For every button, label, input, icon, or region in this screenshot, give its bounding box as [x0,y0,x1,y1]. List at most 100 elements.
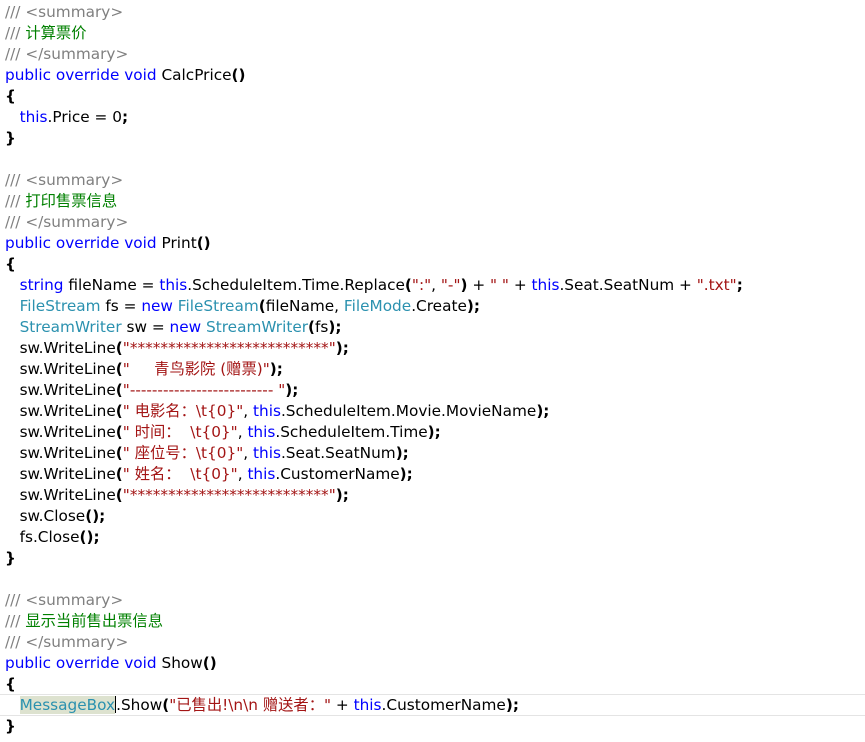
code-line[interactable]: } [5,716,743,737]
punctuation: ( [115,423,123,441]
code-line[interactable]: sw.WriteLine(" 时间： \t{0}", this.Schedule… [5,422,743,443]
type-name: FileMode [343,297,412,315]
comment-text: 显示当前售出票信息 [25,612,164,630]
string-literal: ".txt" [696,276,737,294]
code-line[interactable]: /// 打印售票信息 [5,191,743,212]
code-line[interactable] [5,569,743,590]
string-literal: "-------------------------- " [122,381,286,399]
code-line[interactable]: public override void Show() [5,653,743,674]
code-line[interactable]: /// </summary> [5,212,743,233]
code-line[interactable]: public override void CalcPrice() [5,65,743,86]
keyword: public override void [5,234,162,252]
punctuation: ( [115,339,123,357]
keyword: this [159,276,188,294]
punctuation: } [5,549,16,567]
keyword: string [19,276,69,294]
code-text: .Seat.SeatNum [280,444,396,462]
code-line[interactable]: fs.Close(); [5,527,743,548]
doc-comment: /// [5,612,26,630]
punctuation: ( [308,318,316,336]
code-line[interactable]: { [5,86,743,107]
code-line[interactable]: sw.WriteLine(" 姓名： \t{0}", this.Customer… [5,464,743,485]
punctuation: ); [466,297,480,315]
punctuation: ( [115,360,123,378]
code-text: sw.WriteLine [5,423,116,441]
punctuation: ( [115,486,123,504]
doc-comment: /// [5,192,26,210]
punctuation: ( [115,465,123,483]
punctuation: ( [115,381,123,399]
keyword: this [253,402,281,420]
string-literal: "**************************" [122,339,336,357]
code-editor[interactable]: /// <summary>/// 计算票价/// </summary> publi… [5,2,743,737]
doc-comment: /// [5,24,26,42]
punctuation: { [5,87,16,105]
code-text: sw.WriteLine [5,339,116,357]
punctuation: ); [335,486,349,504]
code-line[interactable] [5,149,743,170]
string-literal: " 电影名：\t{0}" [122,402,244,420]
string-literal: " 时间： \t{0}" [122,423,238,441]
comment-text: 计算票价 [25,24,87,42]
code-line[interactable]: /// 显示当前售出票信息 [5,611,743,632]
code-line[interactable]: StreamWriter sw = new StreamWriter(fs); [5,317,743,338]
punctuation: { [5,255,16,273]
code-line[interactable]: MessageBox.Show("已售出!\n\n 赠送者：" + this.C… [5,695,743,716]
code-line[interactable]: sw.WriteLine(" 座位号：\t{0}", this.Seat.Sea… [5,443,743,464]
code-line[interactable]: /// <summary> [5,590,743,611]
code-line[interactable]: sw.WriteLine(" 青鸟影院 (赠票)"); [5,359,743,380]
punctuation: ); [399,465,413,483]
code-text: .ScheduleItem.Time.Replace [187,276,405,294]
code-line[interactable]: /// <summary> [5,2,743,23]
punctuation: ); [536,402,550,420]
keyword: new [141,297,178,315]
punctuation: ( [258,297,266,315]
punctuation: { [5,675,16,693]
code-line[interactable]: /// </summary> [5,632,743,653]
code-line[interactable]: } [5,548,743,569]
punctuation: (); [85,507,106,525]
punctuation: () [231,66,246,84]
code-text: fs = [105,297,142,315]
code-line[interactable]: sw.WriteLine(" 电影名：\t{0}", this.Schedule… [5,401,743,422]
punctuation: ); [285,381,299,399]
code-line[interactable]: { [5,674,743,695]
punctuation: ; [736,276,743,294]
code-text: sw.WriteLine [5,486,116,504]
code-text: .Price = 0 [47,108,122,126]
punctuation: ); [505,696,519,714]
string-literal: " " [490,276,509,294]
type-name: MessageBox [19,696,116,714]
string-literal: " 座位号：\t{0}" [122,444,244,462]
punctuation: ); [427,423,441,441]
code-line[interactable]: this.Price = 0; [5,107,743,128]
keyword: this [531,276,560,294]
punctuation: () [202,654,217,672]
code-line[interactable]: string fileName = this.ScheduleItem.Time… [5,275,743,296]
code-line[interactable]: /// <summary> [5,170,743,191]
code-line[interactable]: FileStream fs = new FileStream(fileName,… [5,296,743,317]
code-line[interactable]: sw.WriteLine("**************************… [5,338,743,359]
code-line[interactable]: sw.WriteLine("--------------------------… [5,380,743,401]
code-text: sw.WriteLine [5,465,116,483]
doc-comment: /// <summary> [5,591,124,609]
code-line[interactable]: /// </summary> [5,44,743,65]
keyword: this [19,108,48,126]
code-line[interactable]: sw.Close(); [5,506,743,527]
punctuation: ; [121,108,129,126]
code-line[interactable]: sw.WriteLine("**************************… [5,485,743,506]
doc-comment: /// <summary> [5,171,124,189]
punctuation: (); [79,528,100,546]
string-literal: " 姓名： \t{0}" [122,465,238,483]
code-text: CalcPrice [161,66,232,84]
code-line[interactable]: /// 计算票价 [5,23,743,44]
code-line[interactable]: public override void Print() [5,233,743,254]
punctuation: ( [404,276,412,294]
code-line[interactable]: } [5,128,743,149]
doc-comment: /// </summary> [5,45,129,63]
code-line[interactable]: { [5,254,743,275]
code-text: sw.Close [5,507,86,525]
code-text: Show [161,654,203,672]
